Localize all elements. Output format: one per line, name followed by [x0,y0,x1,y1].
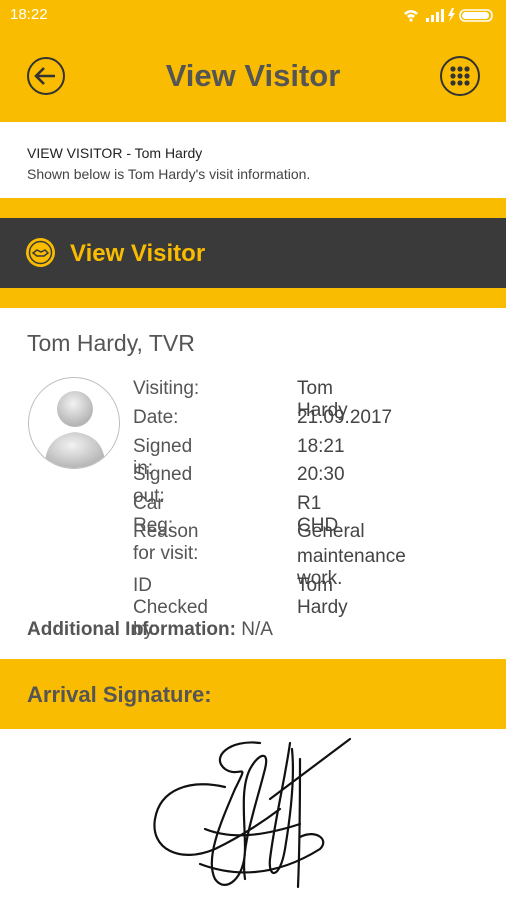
detail-label: Reason for visit: [133,521,199,564]
grid-menu-icon [450,66,470,86]
additional-value: N/A [241,619,273,640]
signature-header: Arrival Signature: [0,659,506,729]
additional-label: Additional Information: [27,619,236,640]
detail-value: 18:21 [297,436,345,457]
section-title: View Visitor [70,240,206,267]
page-description: Shown below is Tom Hardy's visit informa… [27,166,311,182]
detail-label: Date: [133,407,179,428]
detail-value: 20:30 [297,464,345,485]
person-avatar-icon [45,391,105,468]
status-time: 18:22 [10,6,48,23]
signature-area [0,729,506,900]
accent-strip-bottom [0,288,506,308]
menu-button[interactable] [440,56,480,96]
wifi-icon [404,10,418,22]
status-icons [402,7,498,27]
arrival-signature-image [153,737,352,889]
additional-information: Additional Information: N/A [27,619,273,641]
signal-icon [426,9,444,22]
accent-strip-top [0,198,506,218]
status-bar: 18:22 [0,0,506,30]
visitor-name: Tom Hardy, TVR [27,330,195,356]
charging-icon [448,8,455,22]
page-heading: VIEW VISITOR - Tom Hardy [27,145,203,161]
avatar [28,377,120,469]
detail-value: General [297,521,365,542]
app-bar: View Visitor [0,30,506,122]
app-title: View Visitor [165,58,341,93]
detail-value: 21.09.2017 [297,407,393,428]
signature-label: Arrival Signature: [27,682,212,707]
battery-icon [459,9,493,22]
detail-value: Tom Hardy [297,575,348,618]
handshake-logo-icon [26,238,55,267]
page-info-header: VIEW VISITOR - Tom Hardy Shown below is … [0,122,506,199]
detail-label: Visiting: [133,378,200,399]
section-bar: View Visitor [0,218,506,288]
